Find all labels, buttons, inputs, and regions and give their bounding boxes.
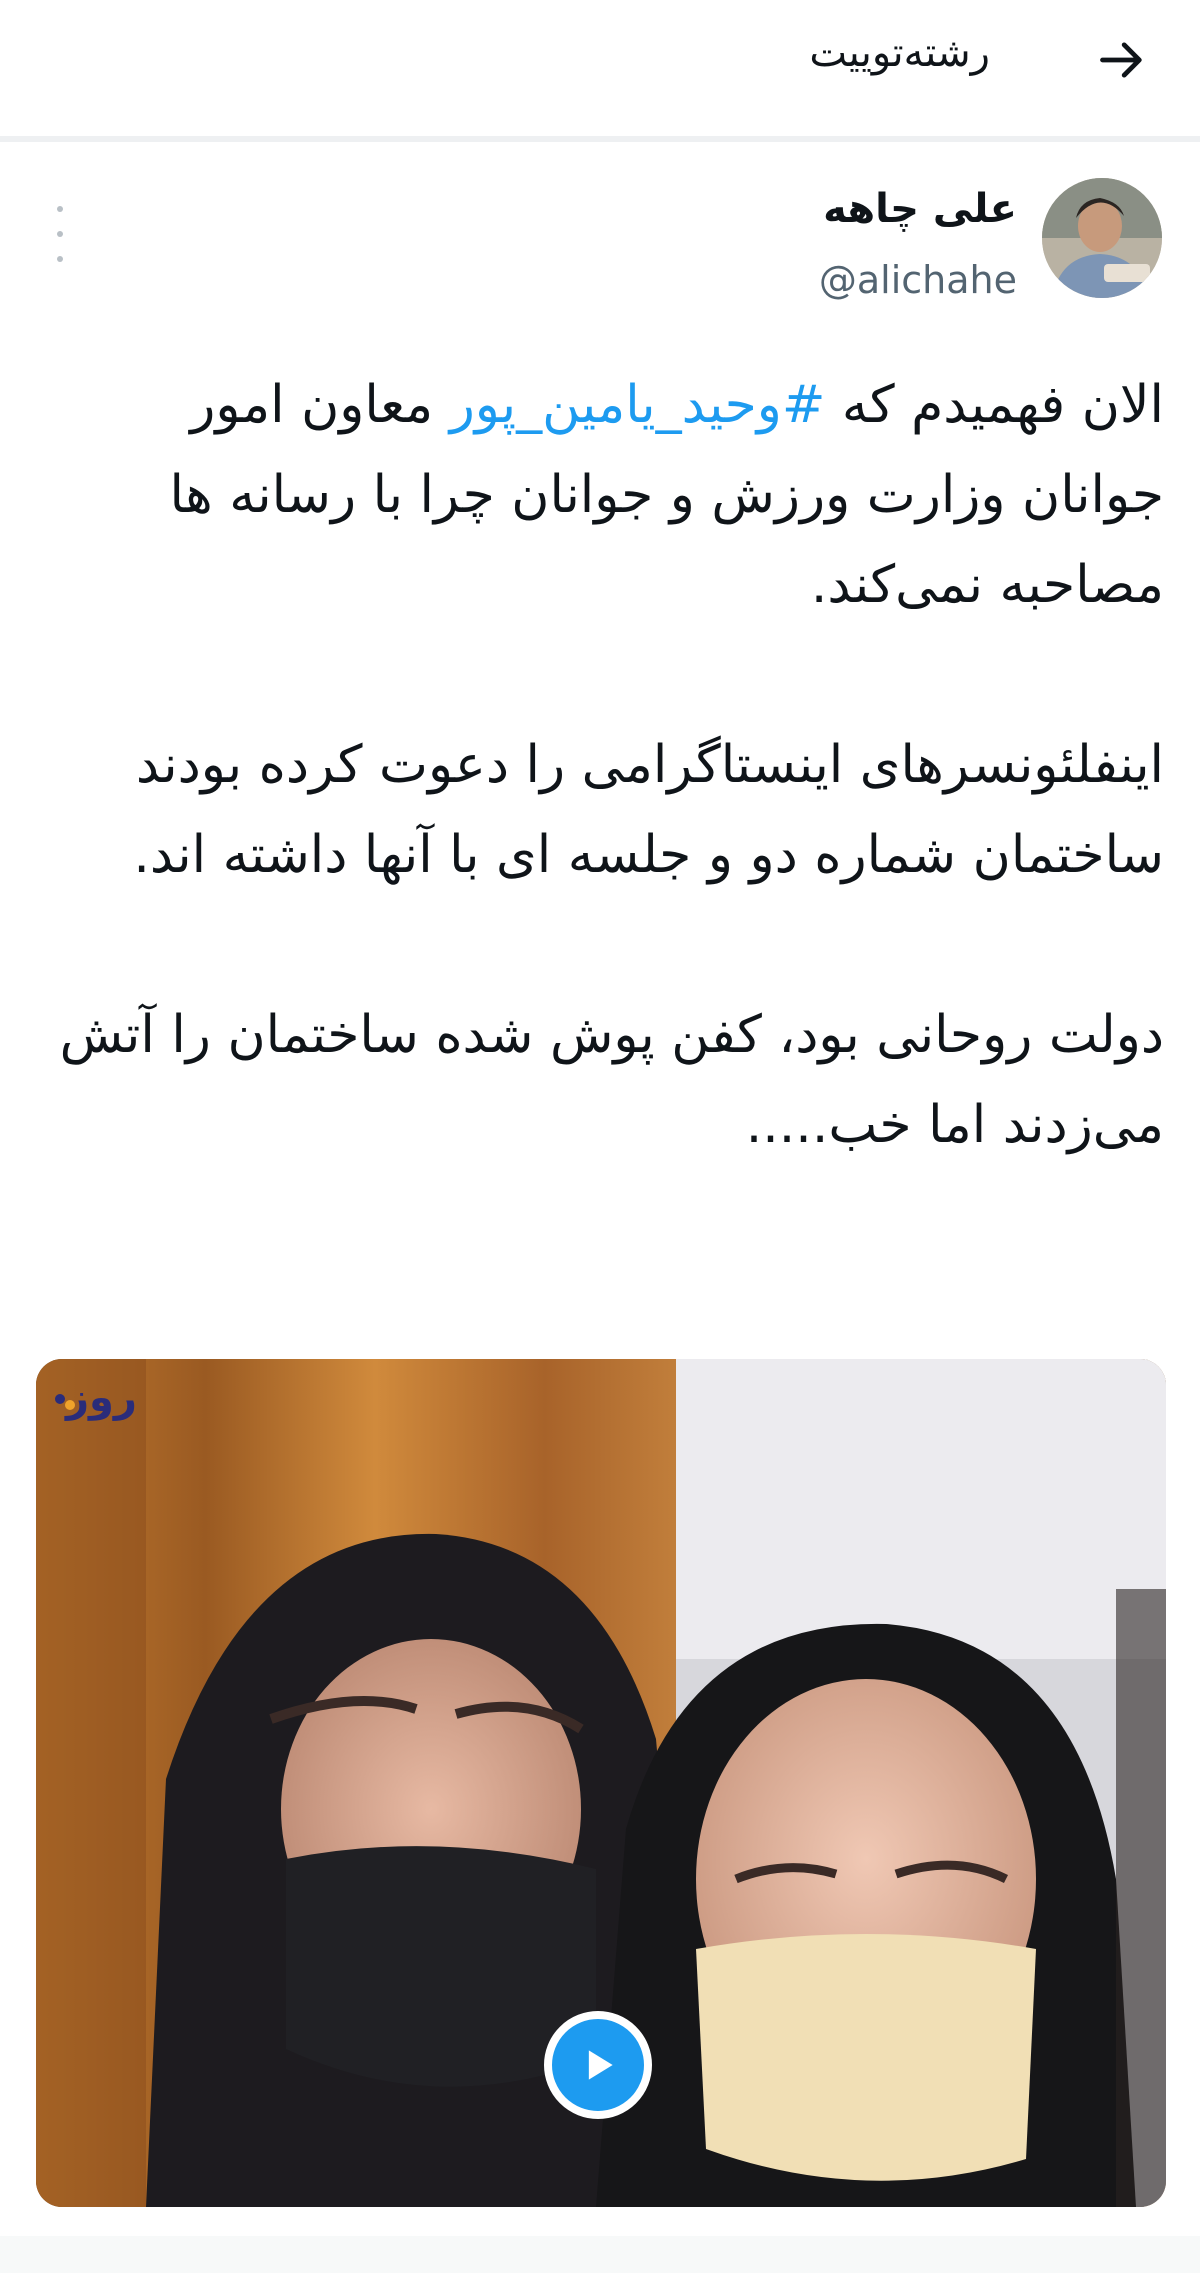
tweet-thread-page: رشته‌توییت علی چاهه @alichahe الان فهمید… [0,0,1200,2273]
author-handle[interactable]: @alichahe [819,258,1017,302]
more-dot [57,256,63,262]
avatar[interactable] [1042,178,1162,298]
watermark-logo: روز [46,1369,186,1439]
author-display-name[interactable]: علی چاهه [823,186,1017,232]
more-vertical-icon [57,206,63,212]
tweet-paragraph-2: اینفلئونسرهای اینستاگرامی را دعوت کرده ب… [133,735,1164,885]
tweet-paragraph-1: الان فهمیدم که #وحید_یامین_پور معاون امو… [34,360,1164,630]
back-button[interactable] [1094,32,1150,88]
tweet-paragraph-3: دولت روحانی بود، کفن پوش شده ساختمان را … [59,1005,1164,1155]
page-title: رشته‌توییت [809,30,990,76]
tweet: علی چاهه @alichahe الان فهمیدم که #وحید_… [0,142,1200,2273]
more-dot [57,231,63,237]
avatar-image [1042,178,1162,298]
play-icon [588,2050,613,2080]
arrow-right-icon [1100,42,1142,78]
watermark-text: روز [66,1375,137,1421]
bottom-divider [0,2236,1200,2273]
more-options-button[interactable] [50,206,70,262]
text-segment: الان فهمیدم که [825,375,1164,435]
tweet-text: الان فهمیدم که #وحید_یامین_پور معاون امو… [34,360,1164,1170]
hashtag-link[interactable]: #وحید_یامین_پور [450,375,826,435]
video-thumbnail[interactable]: روز [36,1359,1166,2207]
top-bar: رشته‌توییت [0,0,1200,142]
play-button[interactable] [544,2011,652,2119]
